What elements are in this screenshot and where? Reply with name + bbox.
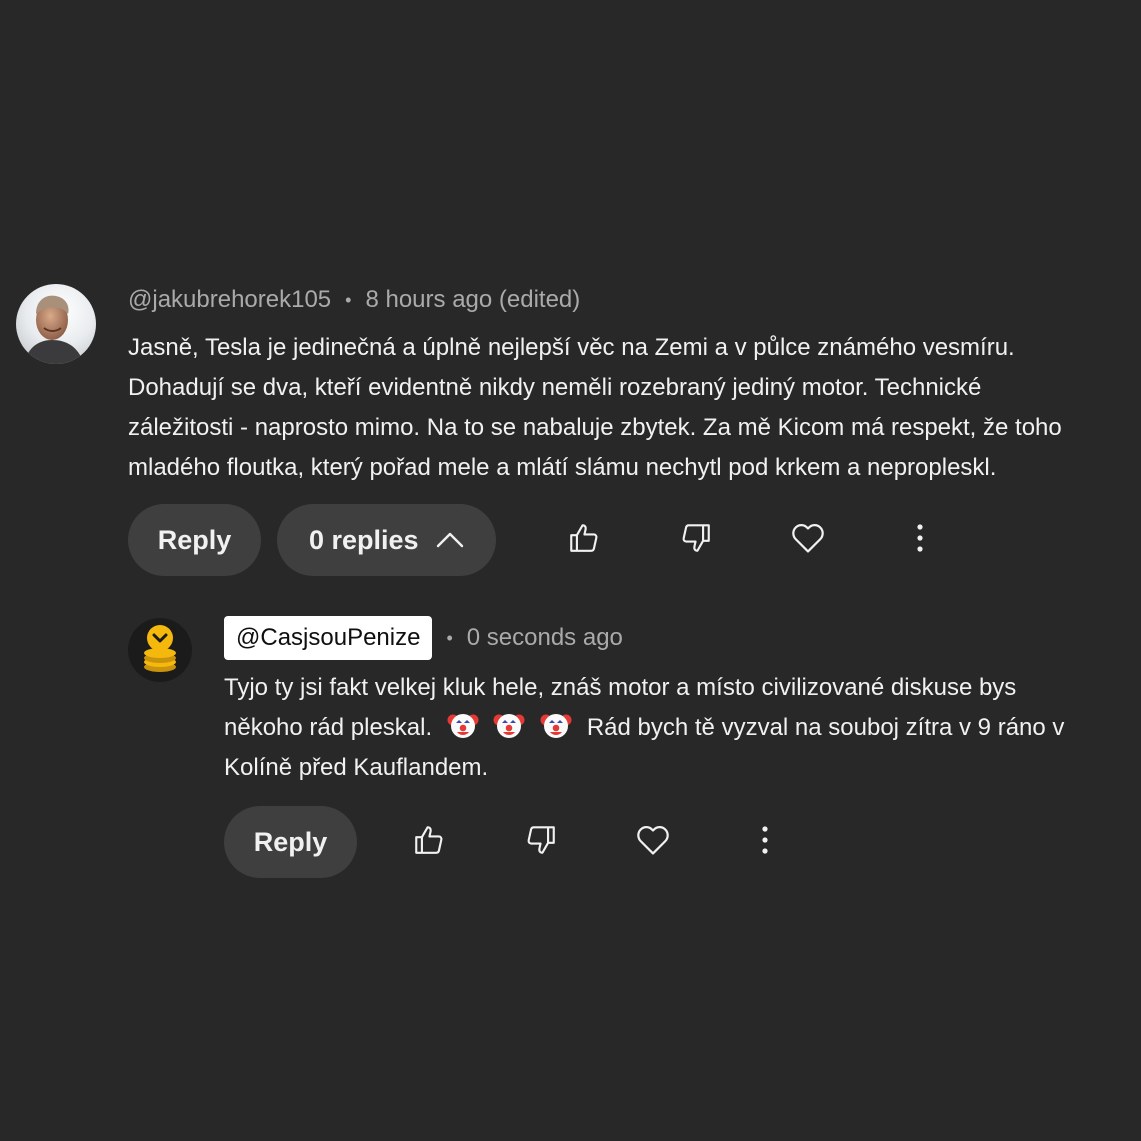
reply-meta: @CasjsouPenize • 0 seconds ago: [224, 616, 623, 660]
replies-count: 0 replies: [309, 524, 419, 555]
comment-meta: @jakubrehorek105 • 8 hours ago (edited): [128, 285, 580, 315]
meta-separator: •: [446, 627, 453, 648]
reply-author-name[interactable]: @CasjsouPenize: [224, 616, 433, 660]
more-vertical-icon: [915, 523, 925, 558]
heart-icon: [634, 821, 672, 864]
more-actions-button[interactable]: [741, 818, 789, 866]
reply-text-line: někoho rád pleskal. Rád bych tě vyzval n…: [224, 708, 1124, 748]
comment-text-line: Dohadují se dva, kteří evidentně nikdy n…: [128, 374, 982, 401]
clown-emoji: [493, 709, 525, 741]
thumbs-down-icon: [679, 521, 713, 560]
thumbs-up-icon: [567, 521, 601, 560]
author-name[interactable]: @jakubrehorek105: [128, 286, 331, 314]
reply-button[interactable]: Reply: [128, 504, 261, 576]
more-actions-button[interactable]: [896, 516, 944, 564]
heart-button[interactable]: [784, 516, 832, 564]
reply-author-avatar[interactable]: [128, 618, 192, 682]
clown-emoji: [540, 709, 572, 741]
reply-button[interactable]: Reply: [224, 806, 357, 878]
thumbs-down-icon: [524, 823, 558, 862]
clown-emoji: [447, 709, 479, 741]
thumbs-up-icon: [412, 823, 446, 862]
comment-text-line: Jasně, Tesla je jedinečná a úplně nejlep…: [128, 334, 1015, 361]
comments-section: @jakubrehorek105 • 8 hours ago (edited) …: [0, 0, 1141, 1141]
comment-text-line: mladého floutka, který pořad mele a mlát…: [128, 454, 997, 481]
comment-text-line: záležitosti - naprosto mimo. Na to se na…: [128, 414, 1062, 441]
comment-actions: Reply 0 replies: [128, 504, 1028, 576]
reply-text: Tyjo ty jsi fakt velkej kluk hele, znáš …: [224, 668, 1124, 788]
author-avatar[interactable]: [16, 284, 96, 364]
reply-text-end: Rád bych tě vyzval na souboj zítra v 9 r…: [586, 714, 1065, 741]
reply-text-line: Kolíně před Kauflandem.: [224, 754, 489, 781]
more-vertical-icon: [760, 825, 770, 860]
comment-timestamp[interactable]: 8 hours ago (edited): [365, 286, 580, 314]
reply-text-line: Tyjo ty jsi fakt velkej kluk hele, znáš …: [224, 674, 1017, 701]
like-button[interactable]: [560, 516, 608, 564]
meta-separator: •: [345, 289, 352, 310]
reply-actions: Reply: [224, 806, 924, 878]
reply-timestamp[interactable]: 0 seconds ago: [467, 624, 623, 652]
like-button[interactable]: [405, 818, 453, 866]
chevron-up-icon: [435, 525, 465, 555]
dislike-button[interactable]: [517, 818, 565, 866]
reply-text-start: někoho rád pleskal.: [224, 714, 433, 741]
heart-icon: [789, 519, 827, 562]
heart-button[interactable]: [629, 818, 677, 866]
toggle-replies-button[interactable]: 0 replies: [277, 504, 496, 576]
comment-text: Jasně, Tesla je jedinečná a úplně nejlep…: [128, 328, 1141, 488]
dislike-button[interactable]: [672, 516, 720, 564]
